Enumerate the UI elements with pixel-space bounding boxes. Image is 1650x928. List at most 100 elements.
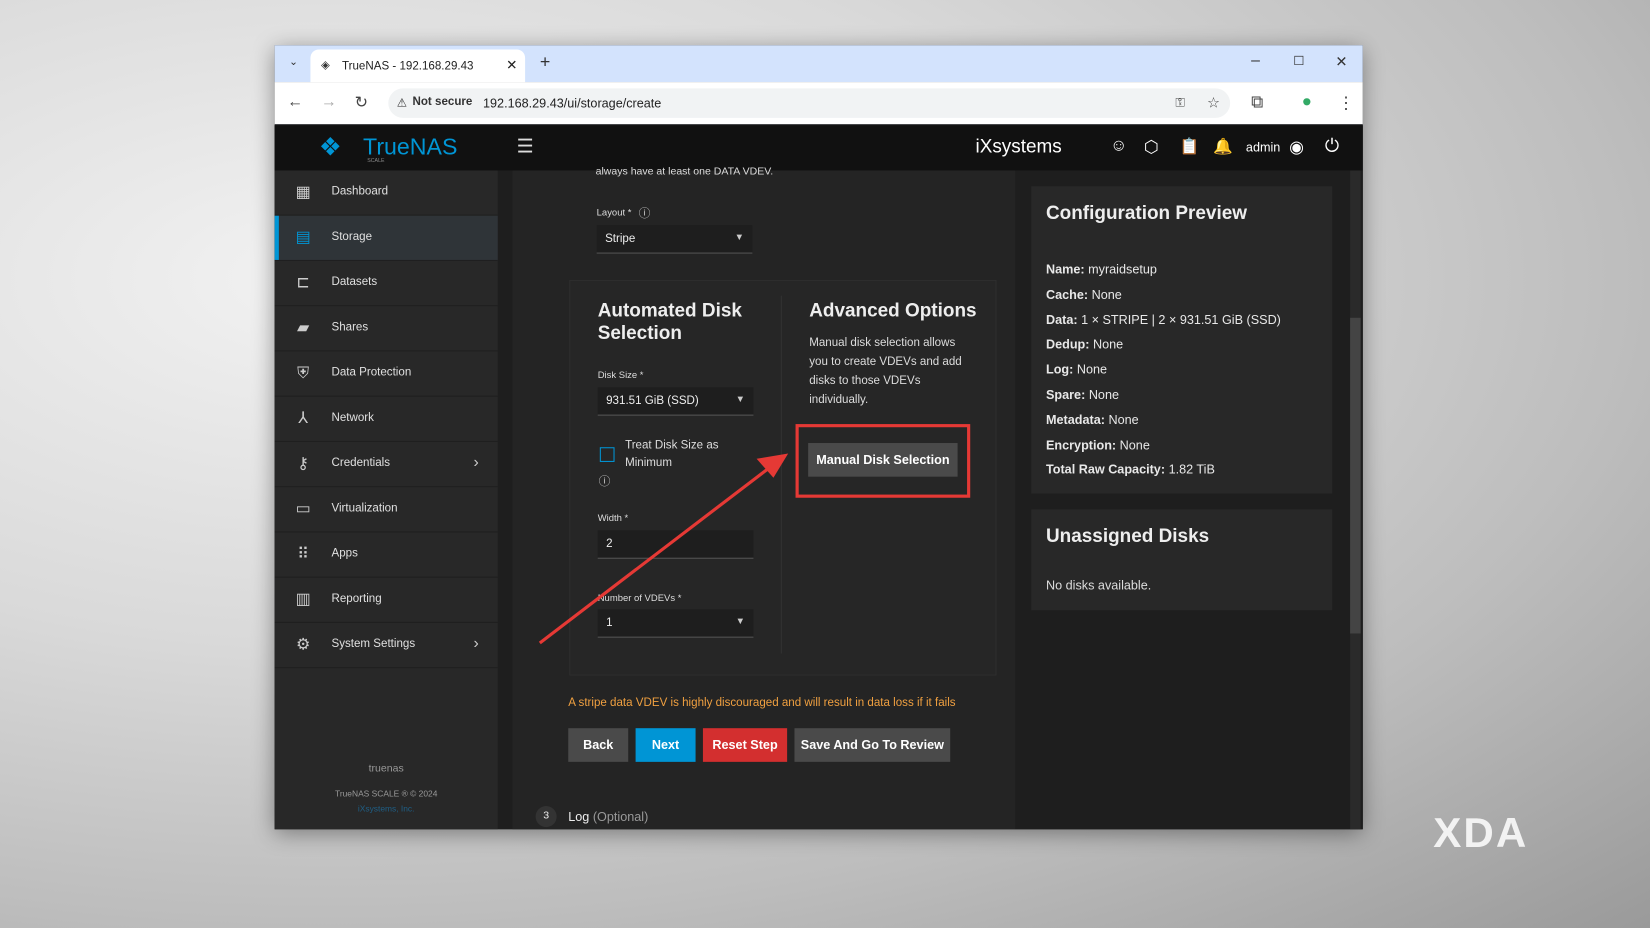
reload-icon[interactable]: ↻ (355, 93, 368, 112)
sidebar: ▦ Dashboard ▤ Storage ⊏ Datasets ▰ Shares ⛨ D… (274, 170, 498, 830)
scrollbar[interactable] (1350, 170, 1361, 830)
preview-key: Spare: (1045, 387, 1086, 402)
sidebar-item-apps[interactable]: ⠿ Apps (274, 532, 498, 578)
no-disks-text: No disks available. (1045, 577, 1152, 593)
brand-sub: SCALE (367, 157, 385, 165)
copyright: TrueNAS SCALE ® © 2024 (334, 789, 438, 799)
warning-icon: ⚠ (396, 96, 408, 110)
preview-key: Name: (1045, 262, 1085, 277)
preview-key: Log: (1045, 362, 1074, 377)
preview-value: myraidsetup (1088, 262, 1157, 277)
sidebar-item-reporting[interactable]: ▥ Reporting (274, 578, 498, 623)
stripe-warning: A stripe data VDEV is highly discouraged… (568, 696, 956, 710)
sidebar-item-data-protection[interactable]: ⛨ Data Protection (274, 351, 498, 397)
address-bar[interactable]: ⚠ Not secure 192.168.29.43/ui/storage/cr… (388, 88, 1231, 118)
shares-folder-icon: ▰ (296, 318, 310, 337)
preview-key: Total Raw Capacity: (1045, 462, 1166, 478)
configuration-preview-card: Configuration Preview Name: myraidsetup C… (1031, 186, 1333, 494)
ixsystems-logo[interactable]: iXsystems (975, 136, 1061, 158)
hamburger-menu-icon[interactable]: ☰ (517, 136, 534, 158)
xda-watermark: XDA (1433, 810, 1529, 857)
sidebar-item-label: Data Protection (331, 366, 412, 379)
preview-row: Cache: None (1046, 287, 1122, 302)
chart-icon: ▥ (295, 590, 311, 609)
step-number: 3 (535, 806, 557, 828)
close-window-button[interactable]: ✕ (1335, 53, 1347, 71)
preview-value: None (1108, 412, 1139, 428)
preview-key: Cache: (1045, 287, 1089, 302)
storage-icon: ▤ (295, 228, 311, 247)
sidebar-item-label: System Settings (331, 637, 416, 651)
sidebar-item-virtualization[interactable]: ▭ Virtualization (274, 487, 498, 533)
back-button[interactable]: Back (568, 728, 629, 762)
key-icon[interactable]: ⚿ (1175, 95, 1185, 111)
tab-title: TrueNAS - 192.168.29.43 (341, 59, 474, 73)
hostname: truenas (368, 762, 404, 775)
pool-creation-form: always have at least one DATA VDEV. Layo… (512, 166, 1016, 830)
step-log[interactable]: Log (Optional) (568, 809, 648, 824)
minimize-button[interactable]: – (1251, 52, 1260, 70)
truenas-logo-icon: ❖ (318, 133, 342, 163)
preview-value: None (1091, 287, 1122, 302)
company-link[interactable]: iXsystems, Inc. (275, 804, 498, 813)
sidebar-item-storage[interactable]: ▤ Storage (274, 215, 498, 261)
app-header: ❖ TrueNAS SCALE ☰ iXsystems ☺ ⬡ 📋 🔔 admi… (274, 125, 1363, 171)
sidebar-item-network[interactable]: ⅄ Network (274, 397, 498, 442)
key-icon: ⚷ (297, 454, 309, 473)
sidebar-item-datasets[interactable]: ⊏ Datasets (274, 261, 498, 307)
sidebar-item-dashboard[interactable]: ▦ Dashboard (274, 170, 498, 216)
datasets-icon: ⊏ (296, 273, 310, 292)
preview-value: None (1076, 362, 1108, 377)
account-circle-icon[interactable]: ◉ (1289, 137, 1304, 158)
preview-value: 1.82 TiB (1168, 462, 1215, 478)
browser-tab[interactable]: ◈ TrueNAS - 192.168.29.43 ✕ (310, 49, 526, 83)
step-label: Log (568, 809, 590, 824)
sidebar-item-label: Datasets (331, 275, 378, 289)
new-tab-button[interactable]: + (540, 52, 550, 73)
notifications-bell-icon[interactable]: 🔔 (1213, 137, 1233, 156)
back-icon[interactable]: ← (287, 93, 303, 111)
url-text[interactable]: 192.168.29.43/ui/storage/create (483, 96, 661, 111)
chevron-right-icon: › (473, 453, 479, 472)
sidebar-item-label: Reporting (331, 592, 382, 606)
sidebar-item-system-settings[interactable]: ⚙ System Settings › (274, 623, 498, 669)
user-name[interactable]: admin (1246, 140, 1280, 155)
feedback-icon[interactable]: ☺ (1110, 137, 1127, 156)
step-optional: (Optional) (592, 809, 649, 824)
laptop-icon: ▭ (295, 499, 311, 518)
preview-row: Total Raw Capacity: 1.82 TiB (1046, 462, 1215, 477)
truenas-app: ❖ TrueNAS SCALE ☰ iXsystems ☺ ⬡ 📋 🔔 admi… (274, 125, 1363, 830)
forward-icon[interactable]: → (321, 93, 337, 111)
sidebar-item-credentials[interactable]: ⚷ Credentials › (274, 442, 498, 488)
reset-step-button[interactable]: Reset Step (702, 728, 788, 762)
preview-row: Encryption: None (1046, 437, 1150, 452)
menu-icon[interactable]: ⋮ (1337, 93, 1354, 114)
sidebar-item-label: Credentials (331, 456, 391, 470)
save-and-review-button[interactable]: Save And Go To Review (794, 728, 951, 762)
extensions-icon[interactable]: ⧉ (1251, 94, 1263, 113)
tab-list-button[interactable]: ⌄ (283, 52, 304, 75)
next-button[interactable]: Next (635, 728, 696, 762)
sidebar-item-label: Apps (331, 547, 358, 560)
preview-row: Name: myraidsetup (1046, 262, 1157, 277)
sidebar-item-label: Storage (331, 230, 373, 244)
profile-icon[interactable]: ● (1302, 93, 1312, 112)
power-icon[interactable]: ⏻ (1325, 136, 1339, 157)
preview-row: Spare: None (1046, 387, 1119, 402)
preview-title: Configuration Preview (1045, 202, 1248, 224)
shield-icon: ⛨ (297, 364, 309, 382)
sidebar-item-shares[interactable]: ▰ Shares (274, 306, 498, 352)
preview-value: None (1119, 437, 1150, 453)
preview-value: 1 × STRIPE | 2 × 931.51 GiB (SSD) (1081, 312, 1281, 327)
unassigned-disks-card: Unassigned Disks No disks available. (1031, 509, 1333, 611)
truecommand-icon[interactable]: ⬡ (1144, 137, 1159, 158)
star-icon[interactable]: ☆ (1207, 94, 1220, 112)
network-icon: ⅄ (298, 409, 308, 428)
maximize-button[interactable]: ☐ (1293, 54, 1304, 69)
security-indicator[interactable]: Not secure (413, 96, 473, 109)
preview-key: Encryption: (1045, 437, 1117, 453)
right-panel: Configuration Preview Name: myraidsetup C… (1015, 170, 1363, 830)
sidebar-item-label: Dashboard (331, 185, 389, 198)
jobs-clipboard-icon[interactable]: 📋 (1180, 137, 1200, 156)
close-tab-icon[interactable]: ✕ (506, 57, 517, 74)
